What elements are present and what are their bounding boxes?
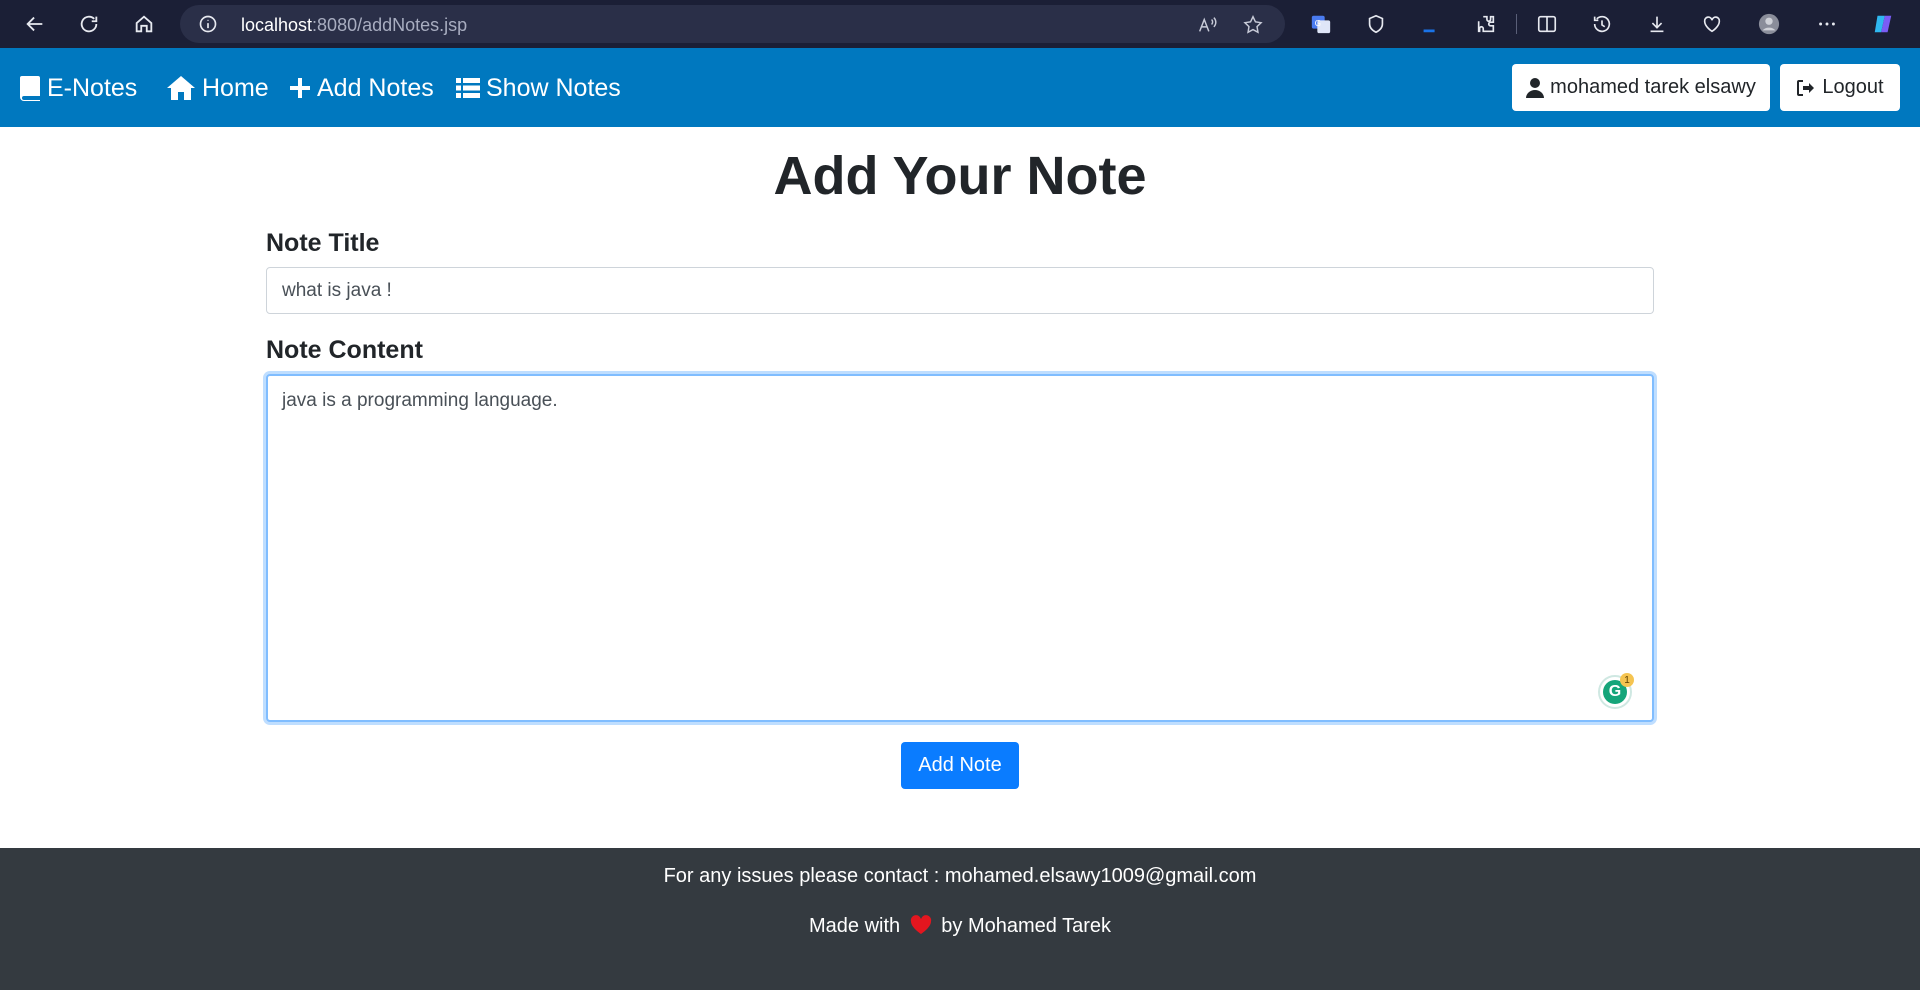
address-bar[interactable]: localhost:8080/addNotes.jsp [180,5,1285,43]
brand-link[interactable]: E-Notes [19,72,137,104]
site-info-icon[interactable] [198,14,218,34]
svg-text:G: G [1315,18,1321,28]
grammarly-widget[interactable]: G 1 [1598,673,1634,709]
more-menu-icon[interactable] [1813,10,1841,38]
nav-link-home-label: Home [202,73,269,102]
app-navbar: E-Notes Home Add Notes Show Notes mohame… [0,48,1920,127]
plus-icon [290,78,310,98]
browser-essentials-icon[interactable] [1698,10,1726,38]
heart-icon [910,915,931,934]
book-icon [20,76,40,101]
made-with-suffix: by Mohamed Tarek [941,915,1111,937]
shield-extension-icon[interactable] [1362,10,1390,38]
logout-label: Logout [1822,76,1884,98]
footer: For any issues please contact : mohamed.… [0,848,1920,990]
refresh-icon[interactable] [75,10,103,38]
nav-link-add-notes[interactable]: Add Notes [289,72,434,104]
nav-link-add-notes-label: Add Notes [317,73,434,102]
back-icon[interactable] [21,10,49,38]
note-content-textarea[interactable]: java is a programming language. [266,374,1654,722]
page-title: Add Your Note [773,146,1147,206]
list-icon [456,78,480,98]
add-note-button[interactable]: Add Note [901,742,1019,789]
extensions-puzzle-icon[interactable] [1472,10,1500,38]
url-host: localhost [241,15,313,35]
logout-icon [1797,79,1815,96]
copilot-icon[interactable] [1869,10,1897,38]
nav-link-home[interactable]: Home [166,72,269,104]
url-text[interactable]: localhost:8080/addNotes.jsp [241,15,467,36]
footer-contact-text: For any issues please contact : mohamed.… [663,865,1257,887]
logout-button[interactable]: Logout [1780,64,1900,111]
split-screen-icon[interactable] [1533,10,1561,38]
toolbar-divider [1516,14,1517,34]
note-title-input[interactable]: what is java ! [266,267,1654,314]
browser-toolbar: localhost:8080/addNotes.jsp G [0,0,1920,48]
note-title-label: Note Title [266,229,380,257]
profile-avatar-icon[interactable] [1755,10,1783,38]
home-icon [167,76,195,100]
made-with-prefix: Made with [809,915,901,937]
user-icon [1526,77,1545,98]
translate-extension-icon[interactable]: G [1307,10,1335,38]
history-icon[interactable] [1588,10,1616,38]
extension-bar-icon[interactable] [1416,10,1444,38]
brand-text: E-Notes [47,73,138,102]
read-aloud-icon[interactable] [1196,14,1218,36]
grammarly-count-badge: 1 [1620,673,1634,687]
note-content-label: Note Content [266,336,423,364]
user-name: mohamed tarek elsawy [1550,76,1756,98]
footer-made-with: Made with by Mohamed Tarek [0,915,1920,938]
favorite-star-icon[interactable] [1242,14,1264,36]
home-browser-icon[interactable] [130,10,158,38]
url-path: :8080/addNotes.jsp [312,15,468,35]
nav-link-show-notes[interactable]: Show Notes [456,72,621,104]
user-profile-button[interactable]: mohamed tarek elsawy [1512,64,1770,111]
downloads-icon[interactable] [1643,10,1671,38]
nav-link-show-notes-label: Show Notes [486,73,621,102]
